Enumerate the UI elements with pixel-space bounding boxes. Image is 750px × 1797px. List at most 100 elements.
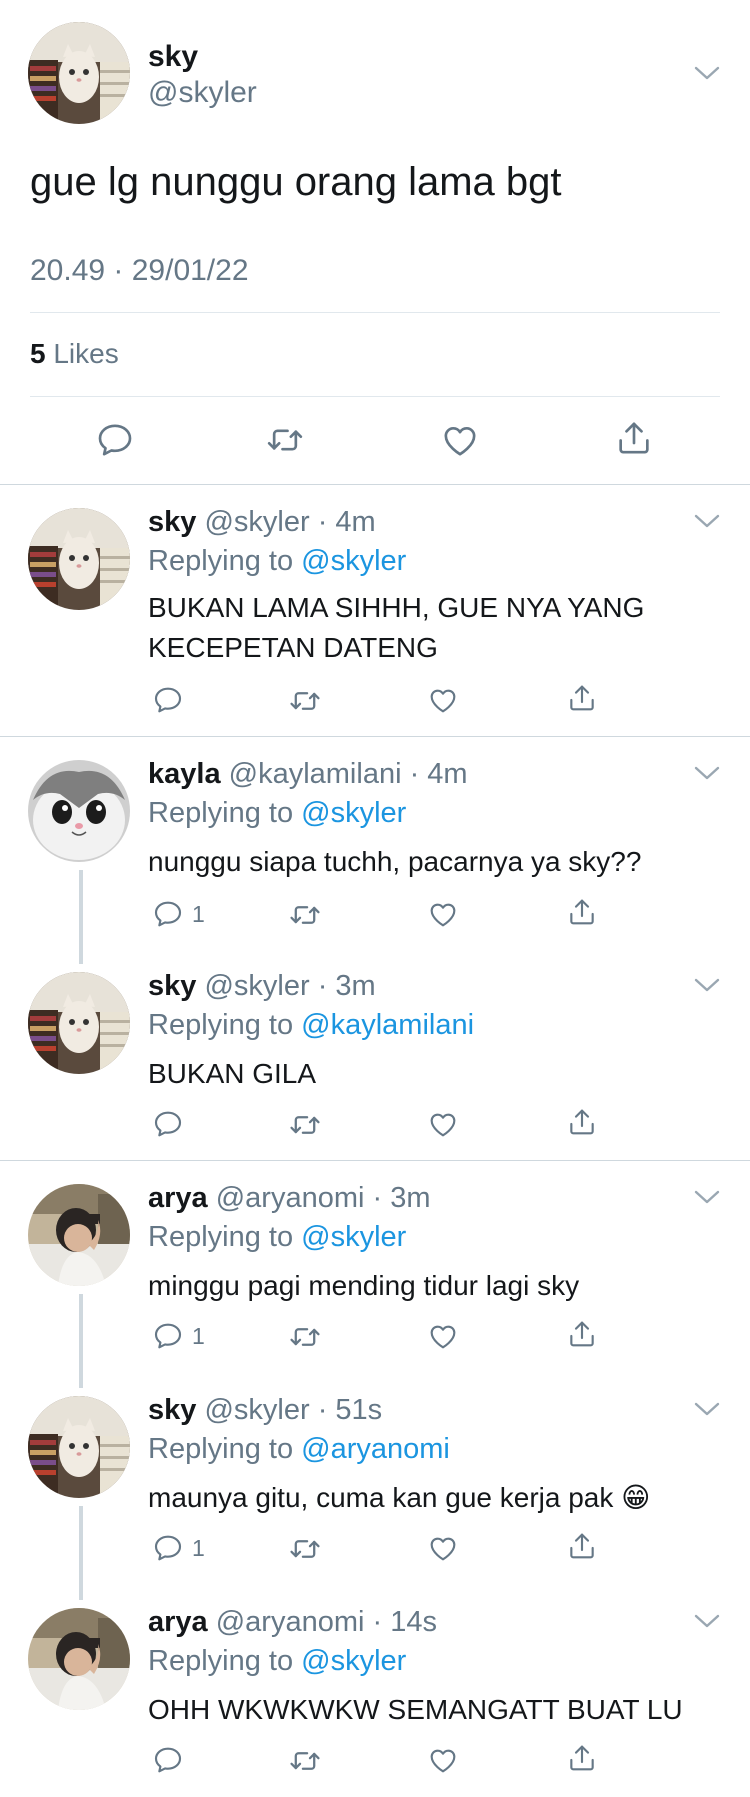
replying-to-label: Replying to [148,1433,302,1465]
heart-icon[interactable] [427,1532,459,1564]
reply-icon[interactable] [152,1744,184,1776]
retweet-icon[interactable] [265,420,305,460]
replying-to: Replying to @aryanomi [148,1433,450,1466]
reply-icon[interactable] [152,1320,184,1352]
retweet-icon[interactable] [288,684,322,718]
reply-header: kayla @kaylamilani · 4m [148,758,468,791]
chevron-down-icon[interactable] [693,64,721,82]
reply-header: sky @skyler · 3m [148,970,376,1003]
avatar[interactable] [28,1396,130,1498]
author-handle[interactable]: @aryanomi [216,1182,365,1214]
author-handle[interactable]: @skyler [204,970,309,1002]
replying-to: Replying to @skyler [148,797,406,830]
avatar[interactable] [28,508,130,610]
heart-icon[interactable] [427,1108,459,1140]
share-icon[interactable] [614,418,654,458]
share-icon[interactable] [566,1106,598,1138]
avatar[interactable] [28,22,130,124]
chevron-down-icon[interactable] [693,512,721,530]
heart-icon[interactable] [427,684,459,716]
heart-icon[interactable] [427,1744,459,1776]
author-name[interactable]: kayla [148,758,221,790]
reply-count: 1 [192,1535,205,1561]
heart-icon[interactable] [427,898,459,930]
retweet-icon[interactable] [288,1108,322,1142]
reply-header: arya @aryanomi · 3m [148,1182,431,1215]
reply-count: 1 [192,901,205,927]
divider [0,736,750,737]
author-handle[interactable]: @skyler [148,76,257,110]
reply-icon[interactable] [152,1108,184,1140]
chevron-down-icon[interactable] [693,1400,721,1418]
avatar[interactable] [28,972,130,1074]
share-icon[interactable] [566,1530,598,1562]
retweet-icon[interactable] [288,1320,322,1354]
author-name[interactable]: sky [148,506,196,538]
replying-to-link[interactable]: @skyler [301,797,406,829]
retweet-icon[interactable] [288,1532,322,1566]
retweet-icon[interactable] [288,898,322,932]
reply-header: sky @skyler · 51s [148,1394,382,1427]
replying-to-link[interactable]: @kaylamilani [301,1009,474,1041]
tweet-time: · 4m [409,758,468,790]
retweet-icon[interactable] [288,1744,322,1778]
heart-icon[interactable] [427,1320,459,1352]
replying-to: Replying to @kaylamilani [148,1009,474,1042]
author-handle[interactable]: @aryanomi [216,1606,365,1638]
tweet-text: maunya gitu, cuma kan gue kerja pak 😁 [148,1482,651,1513]
replying-to-link[interactable]: @skyler [301,545,406,577]
avatar[interactable] [28,1608,130,1710]
share-icon[interactable] [566,682,598,714]
chevron-down-icon[interactable] [693,1612,721,1630]
reply-header: arya @aryanomi · 14s [148,1606,437,1639]
share-icon[interactable] [566,1742,598,1774]
tweet-time: · 14s [372,1606,437,1638]
author-handle[interactable]: @kaylamilani [229,758,402,790]
reply-icon[interactable] [152,1532,184,1564]
avatar[interactable] [28,760,130,862]
author-handle[interactable]: @skyler [204,1394,309,1426]
replying-to: Replying to @skyler [148,1645,406,1678]
thread-line [79,870,83,964]
share-icon[interactable] [566,1318,598,1350]
tweet-text: minggu pagi mending tidur lagi sky [148,1270,580,1301]
replying-to-label: Replying to [148,1645,302,1677]
tweet-text: OHH WKWKWKW SEMANGATT BUAT LU [148,1694,683,1725]
replying-to-link[interactable]: @aryanomi [301,1433,450,1465]
tweet-time: · 3m [317,970,376,1002]
tweet-text: BUKAN GILA [148,1058,317,1089]
reply-icon[interactable] [95,420,135,460]
tweet-time: · 4m [317,506,376,538]
thread-line [79,1506,83,1600]
avatar-image [28,22,130,124]
author-name[interactable]: sky [148,970,196,1002]
chevron-down-icon[interactable] [693,976,721,994]
replying-to-label: Replying to [148,1009,302,1041]
reply-icon[interactable] [152,684,184,716]
reply-icon[interactable] [152,898,184,930]
author-handle[interactable]: @skyler [204,506,309,538]
divider [0,1160,750,1161]
author-name[interactable]: sky [148,1394,196,1426]
replying-to-link[interactable]: @skyler [301,1221,406,1253]
replying-to-link[interactable]: @skyler [301,1645,406,1677]
replying-to-label: Replying to [148,545,302,577]
likes-number: 5 [30,338,46,369]
share-icon[interactable] [566,896,598,928]
heart-icon[interactable] [440,420,480,460]
likes-count[interactable]: 5 Likes [30,338,119,370]
reply-count: 1 [192,1323,205,1349]
divider [30,396,720,397]
tweet-timestamp[interactable]: 20.49 · 29/01/22 [30,254,249,288]
reply-header: sky @skyler · 4m [148,506,376,539]
likes-label: Likes [53,338,119,369]
chevron-down-icon[interactable] [693,764,721,782]
author-name[interactable]: arya [148,1606,208,1638]
tweet-time: · 51s [317,1394,383,1426]
chevron-down-icon[interactable] [693,1188,721,1206]
author-name[interactable]: arya [148,1182,208,1214]
tweet-text: gue lg nunggu orang lama bgt [30,160,562,204]
tweet-text: nunggu siapa tuchh, pacarnya ya sky?? [148,846,642,877]
author-name[interactable]: sky [148,40,198,74]
avatar[interactable] [28,1184,130,1286]
